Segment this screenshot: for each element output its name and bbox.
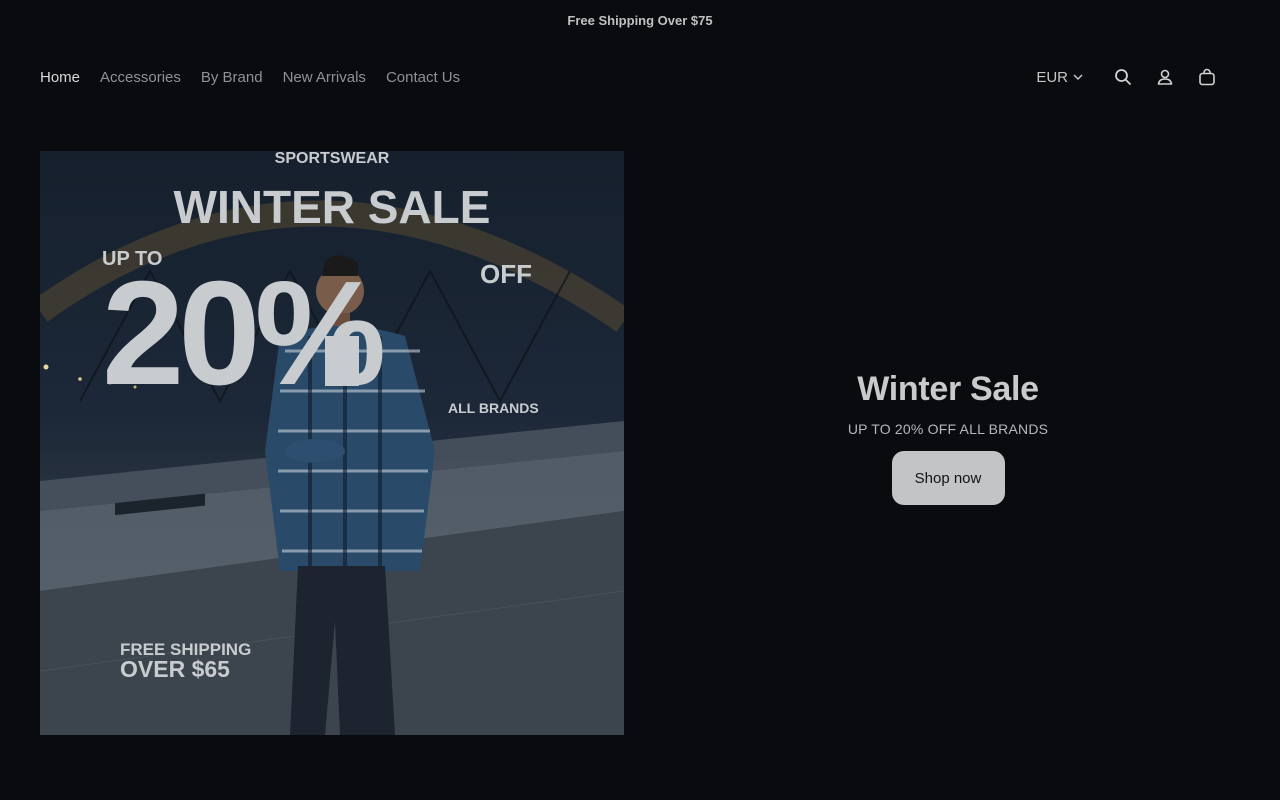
hero-all-brands: ALL BRANDS (448, 400, 539, 416)
currency-label: EUR (1036, 68, 1068, 86)
search-button[interactable] (1102, 60, 1144, 94)
nav-item-contact-us[interactable]: Contact Us (386, 69, 460, 86)
site-header: Home Accessories By Brand New Arrivals C… (40, 60, 1240, 94)
promo-title: Winter Sale (857, 370, 1039, 408)
promo-block: Winter Sale UP TO 20% OFF ALL BRANDS Sho… (800, 370, 1096, 505)
currency-selector[interactable]: EUR (1036, 69, 1084, 86)
nav-item-new-arrivals[interactable]: New Arrivals (283, 69, 366, 86)
hero-brand-mark: SPORTSWEAR (275, 151, 390, 167)
nav-item-by-brand[interactable]: By Brand (201, 69, 263, 86)
hero-off: OFF (480, 259, 532, 289)
announcement-text: Free Shipping Over $75 (567, 12, 713, 28)
hero-percent: 20% (102, 251, 383, 416)
promo-subtitle: UP TO 20% OFF ALL BRANDS (847, 421, 1049, 437)
hero-banner-graphic: SPORTSWEAR WINTER SALE UP TO 20% OFF ALL… (40, 151, 624, 735)
main-nav: Home Accessories By Brand New Arrivals C… (40, 69, 460, 86)
hero-shipping-line2: OVER $65 (120, 656, 230, 682)
shop-now-button[interactable]: Shop now (891, 451, 1005, 505)
nav-item-accessories[interactable]: Accessories (100, 69, 181, 86)
search-icon (1115, 69, 1131, 85)
account-icon (1157, 69, 1173, 85)
chevron-down-icon (1073, 74, 1083, 81)
announcement-bar: Free Shipping Over $75 (0, 0, 1280, 40)
hero-banner-image[interactable]: SPORTSWEAR WINTER SALE UP TO 20% OFF ALL… (40, 151, 624, 735)
header-tools: EUR (1036, 60, 1228, 94)
cart-button[interactable] (1186, 60, 1228, 94)
hero-headline: WINTER SALE (174, 181, 491, 233)
nav-item-home[interactable]: Home (40, 69, 80, 86)
account-button[interactable] (1144, 60, 1186, 94)
cart-icon (1199, 68, 1215, 86)
